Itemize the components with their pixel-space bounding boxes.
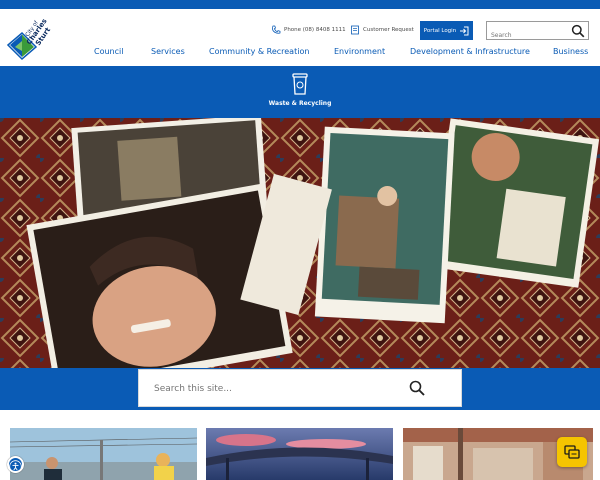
site-header: City of Charles Sturt Phone (08) 8408 11… bbox=[0, 9, 600, 66]
nav-item-development-infrastructure[interactable]: Development & Infrastructure bbox=[410, 47, 530, 56]
phone-icon bbox=[272, 25, 281, 34]
nav-item-business[interactable]: Business bbox=[553, 47, 588, 56]
search-icon[interactable] bbox=[571, 24, 585, 38]
hero-photo-collage bbox=[0, 118, 600, 368]
phone-link[interactable]: Phone (08) 8408 1111 bbox=[271, 21, 346, 39]
waste-bin-icon bbox=[292, 73, 308, 95]
feature-card[interactable] bbox=[10, 428, 197, 480]
header-search-input[interactable] bbox=[487, 27, 567, 44]
site-search-box[interactable] bbox=[138, 369, 462, 407]
accessibility-icon bbox=[9, 460, 22, 473]
top-brand-strip bbox=[0, 0, 600, 9]
nav-item-council[interactable]: Council bbox=[94, 47, 123, 56]
feature-card[interactable] bbox=[206, 428, 393, 480]
card-image-cyclists bbox=[10, 428, 197, 480]
main-nav: Council Services Community & Recreation … bbox=[0, 47, 600, 61]
login-arrow-icon bbox=[460, 26, 469, 35]
nav-item-environment[interactable]: Environment bbox=[334, 47, 385, 56]
form-icon bbox=[351, 25, 359, 35]
site-search-input[interactable] bbox=[154, 381, 394, 397]
chat-bubbles-icon bbox=[564, 445, 580, 459]
nav-item-services[interactable]: Services bbox=[151, 47, 185, 56]
search-icon[interactable] bbox=[409, 380, 425, 396]
phone-label: Phone (08) 8408 1111 bbox=[284, 27, 346, 33]
header-search[interactable] bbox=[486, 21, 589, 44]
chat-button[interactable] bbox=[557, 437, 587, 467]
nav-item-community-recreation[interactable]: Community & Recreation bbox=[209, 47, 309, 56]
accessibility-button[interactable] bbox=[7, 456, 24, 473]
card-image-sunset-canopy bbox=[206, 428, 393, 480]
portal-login-label: Portal Login bbox=[423, 27, 457, 34]
customer-request-label: Customer Request bbox=[363, 27, 414, 33]
quick-links-bar: Waste & Recycling bbox=[0, 66, 600, 118]
customer-request-link[interactable]: Customer Request bbox=[350, 21, 414, 39]
quick-link-label: Waste & Recycling bbox=[268, 100, 332, 107]
quick-link-waste-recycling[interactable]: Waste & Recycling bbox=[268, 72, 332, 114]
portal-login-button[interactable]: Portal Login bbox=[420, 21, 473, 40]
hero-image bbox=[0, 118, 600, 368]
